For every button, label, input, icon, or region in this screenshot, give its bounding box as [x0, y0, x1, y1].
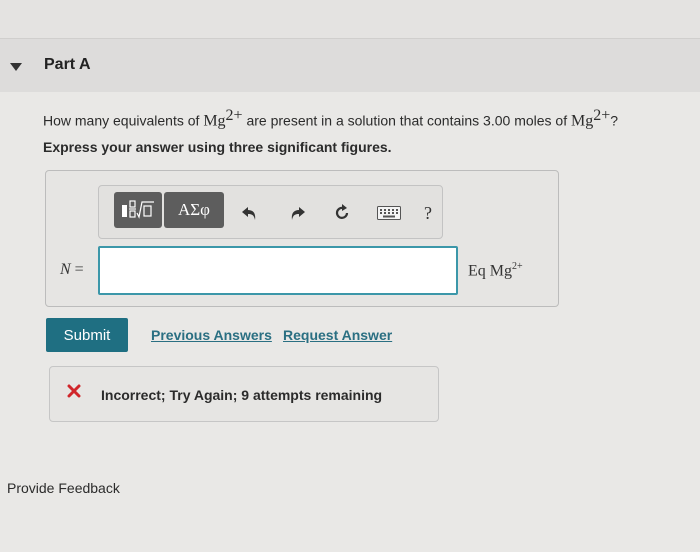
redo-button[interactable] [286, 202, 308, 224]
fraction-sqrt-template-icon [122, 200, 154, 219]
reset-icon [335, 204, 349, 219]
feedback-message: Incorrect; Try Again; 9 attempts remaini… [101, 387, 383, 403]
submit-button[interactable]: Submit [46, 318, 128, 352]
answer-variable-label: N = [60, 261, 84, 279]
keyboard-icon [377, 206, 401, 220]
redo-arrow-icon [291, 207, 305, 220]
math-toolbar: ΑΣφ ? [98, 185, 443, 239]
part-header[interactable]: Part A [0, 38, 700, 92]
question-text-start: How many equivalents of [43, 112, 204, 129]
equals-sign: = [70, 261, 84, 278]
help-button[interactable]: ? [417, 202, 439, 224]
answer-input[interactable] [98, 246, 458, 295]
ion-charge: 2+ [225, 107, 243, 124]
keyboard-button[interactable] [376, 202, 402, 224]
answer-area: ΑΣφ ? N = Eq Mg2+ [45, 170, 559, 307]
part-title: Part A [44, 56, 91, 73]
request-answer-link[interactable]: Request Answer [283, 327, 392, 343]
question-text: How many equivalents of Mg2+ are present… [43, 107, 618, 131]
unit-text: Eq Mg [468, 262, 512, 280]
ion-symbol-2: Mg [571, 112, 594, 130]
reset-button[interactable] [331, 202, 353, 224]
collapse-triangle-icon[interactable] [10, 63, 22, 71]
x-mark-icon [67, 384, 81, 398]
question-text-end: ? [610, 112, 619, 129]
answer-unit: Eq Mg2+ [468, 261, 523, 280]
templates-button[interactable] [114, 192, 162, 228]
undo-arrow-icon [242, 207, 256, 220]
feedback-message-box: Incorrect; Try Again; 9 attempts remaini… [49, 366, 439, 422]
undo-button[interactable] [239, 202, 261, 224]
question-text-middle: are present in a solution that contains … [242, 112, 571, 129]
ion-symbol: Mg [203, 112, 226, 130]
ion-charge-2: 2+ [593, 107, 611, 124]
variable-n: N [60, 261, 71, 278]
provide-feedback-link[interactable]: Provide Feedback [7, 480, 120, 496]
top-band [0, 0, 700, 38]
instruction-text: Express your answer using three signific… [43, 139, 392, 155]
greek-symbols-button[interactable]: ΑΣφ [164, 192, 224, 228]
previous-answers-link[interactable]: Previous Answers [151, 327, 272, 343]
unit-charge: 2+ [512, 261, 523, 272]
